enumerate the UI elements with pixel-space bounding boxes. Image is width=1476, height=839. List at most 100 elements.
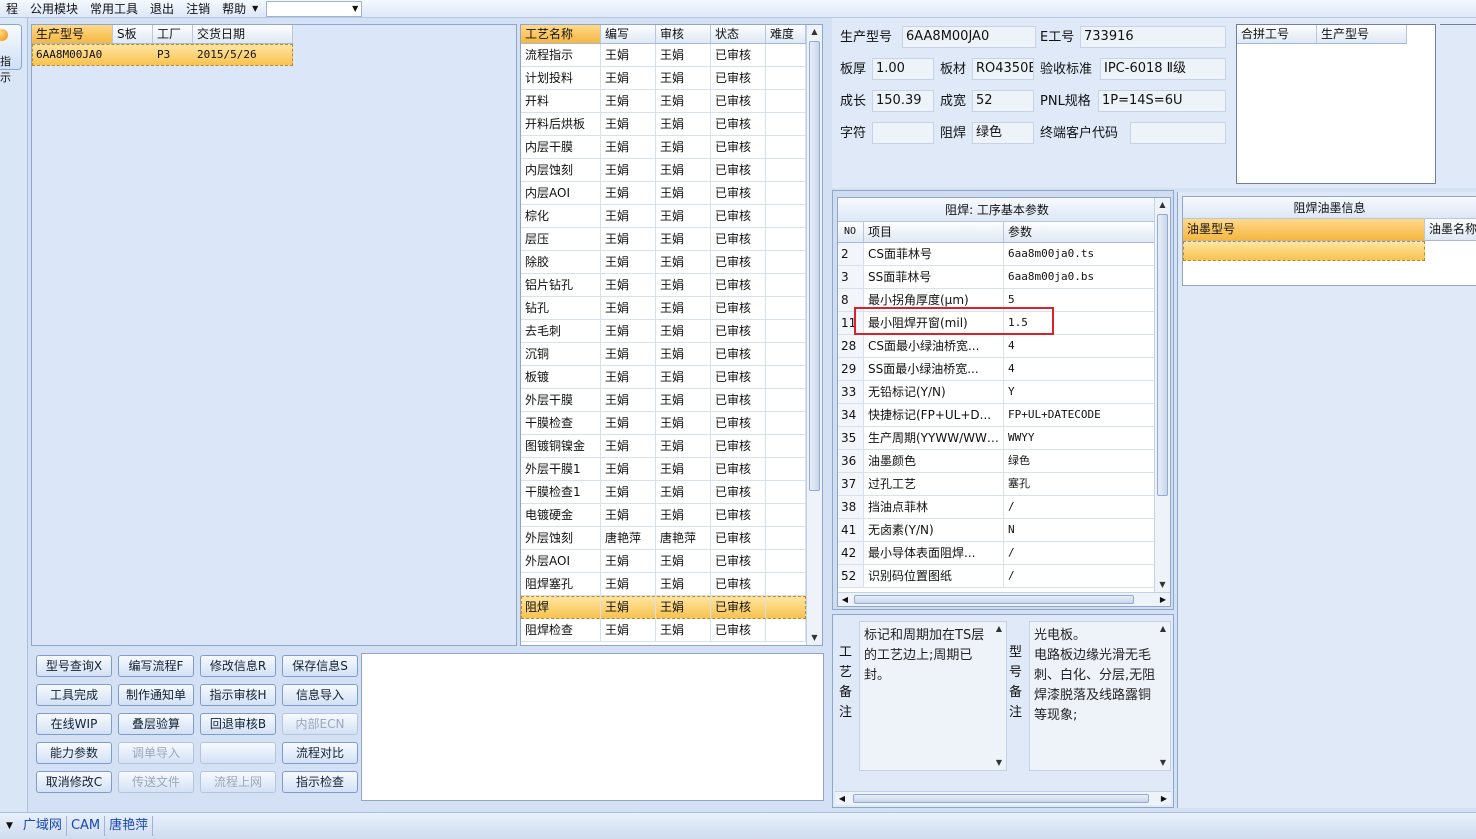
action-button-4[interactable]: 工具完成 xyxy=(36,684,112,706)
field-solder-mask[interactable]: 绿色 xyxy=(972,122,1034,144)
table-row[interactable]: 38 挡油点菲林 / xyxy=(838,496,1156,519)
table-row[interactable]: 34 快捷标记(FP+UL+D... FP+UL+DATECODE xyxy=(838,404,1156,427)
params-hscrollbar[interactable]: ◀ ▶ xyxy=(838,592,1170,606)
scroll-thumb[interactable] xyxy=(1157,214,1168,496)
action-button-8[interactable]: 在线WIP xyxy=(36,713,112,735)
field-customer-code[interactable] xyxy=(1130,122,1226,144)
field-thickness[interactable]: 1.00 xyxy=(872,58,934,80)
params-vscrollbar[interactable]: ▲ ▼ xyxy=(1154,198,1170,592)
table-row[interactable]: 外层蚀刻 唐艳萍 唐艳萍 已审核 xyxy=(521,527,806,550)
table-row[interactable]: 干膜检查1 王娟 王娟 已审核 xyxy=(521,481,806,504)
table-row[interactable]: 板镀 王娟 王娟 已审核 xyxy=(521,366,806,389)
process-scrollbar[interactable]: ▲ ▼ xyxy=(806,25,822,645)
col-header-process-name[interactable]: 工艺名称 xyxy=(521,25,601,43)
table-row[interactable]: 42 最小导体表面阻焊... / xyxy=(838,542,1156,565)
table-row[interactable]: 阻焊检查 王娟 王娟 已审核 xyxy=(521,619,806,642)
action-button-18[interactable]: 流程上网 xyxy=(200,771,276,793)
action-button-12[interactable]: 能力参数 xyxy=(36,742,112,764)
table-row[interactable]: 流程指示 王娟 王娟 已审核 xyxy=(521,44,806,67)
menu-item-help[interactable]: 帮助 xyxy=(216,1,252,17)
scroll-up-icon[interactable]: ▲ xyxy=(807,25,822,39)
action-button-17[interactable]: 传送文件 xyxy=(118,771,194,793)
field-eno[interactable]: 733916 xyxy=(1080,26,1226,48)
menu-item-common-tools[interactable]: 常用工具 xyxy=(84,1,144,17)
field-material[interactable]: RO4350E xyxy=(972,58,1034,80)
col-header-item[interactable]: 项目 xyxy=(864,222,1004,242)
table-row[interactable]: 52 识别码位置图纸 / xyxy=(838,565,1156,588)
model-notes-scrollbar[interactable]: ▲ ▼ xyxy=(1156,622,1170,770)
field-pnl[interactable]: 1P=14S=6U xyxy=(1098,90,1226,112)
col-header-ink-model[interactable]: 油墨型号 xyxy=(1183,219,1425,240)
col-header-reviewer[interactable]: 审核 xyxy=(656,25,711,43)
scroll-left-icon[interactable]: ◀ xyxy=(838,593,852,606)
scroll-right-icon[interactable]: ▶ xyxy=(1157,792,1171,805)
action-button-5[interactable]: 制作通知单 xyxy=(118,684,194,706)
scroll-down-icon[interactable]: ▼ xyxy=(992,756,1006,770)
table-row[interactable]: 电镀硬金 王娟 王娟 已审核 xyxy=(521,504,806,527)
table-row[interactable]: 阻焊 王娟 王娟 已审核 xyxy=(521,596,806,619)
action-button-9[interactable]: 叠层验算 xyxy=(118,713,194,735)
col-header-ink-name[interactable]: 油墨名称 xyxy=(1425,219,1476,240)
table-row[interactable]: 28 CS面最小绿油桥宽... 4 xyxy=(838,335,1156,358)
action-button-19[interactable]: 指示检查 xyxy=(282,771,358,793)
log-textarea[interactable] xyxy=(361,653,824,801)
table-row[interactable]: 29 SS面最小绿油桥宽... 4 xyxy=(838,358,1156,381)
menu-item-exit[interactable]: 退出 xyxy=(144,1,180,17)
action-button-7[interactable]: 信息导入 xyxy=(282,684,358,706)
table-row[interactable]: 干膜检查 王娟 王娟 已审核 xyxy=(521,412,806,435)
table-row[interactable]: 去毛刺 王娟 王娟 已审核 xyxy=(521,320,806,343)
table-row[interactable]: 内层蚀刻 王娟 王娟 已审核 xyxy=(521,159,806,182)
scroll-thumb[interactable] xyxy=(853,794,1149,803)
field-standard[interactable]: IPC-6018 Ⅱ级 xyxy=(1100,58,1226,80)
scroll-thumb[interactable] xyxy=(854,595,1134,604)
model-notes-box[interactable]: 光电板。 电路板边缘光滑无毛刺、白化、分层,无阻焊漆脱落及线路露铜等现象; ▲ … xyxy=(1029,621,1171,771)
scroll-down-icon[interactable]: ▼ xyxy=(807,631,822,645)
scroll-right-icon[interactable]: ▶ xyxy=(1156,593,1170,606)
table-row[interactable]: 钻孔 王娟 王娟 已审核 xyxy=(521,297,806,320)
menu-item-logout[interactable]: 注销 xyxy=(180,1,216,17)
table-row[interactable]: 36 油墨颜色 绿色 xyxy=(838,450,1156,473)
col-header-delivery-date[interactable]: 交货日期 xyxy=(193,25,293,43)
action-button-0[interactable]: 型号查询X xyxy=(36,655,112,677)
field-width[interactable]: 52 xyxy=(972,90,1034,112)
col-header-merge-model[interactable]: 生产型号 xyxy=(1317,25,1407,43)
scroll-up-icon[interactable]: ▲ xyxy=(992,622,1006,636)
field-model[interactable]: 6AA8M00JA0 xyxy=(902,26,1036,48)
process-notes-box[interactable]: 标记和周期加在TS层的工艺边上;周期已封。 ▲ ▼ xyxy=(859,621,1007,771)
chevron-down-icon[interactable]: ▼ xyxy=(352,2,358,16)
col-header-model[interactable]: 生产型号 xyxy=(32,25,113,43)
chevron-down-icon[interactable]: ▼ xyxy=(252,4,262,13)
table-row[interactable]: 35 生产周期(YYWW/WWYY) WWYY xyxy=(838,427,1156,450)
action-button-2[interactable]: 修改信息R xyxy=(200,655,276,677)
table-row[interactable]: 开料后烘板 王娟 王娟 已审核 xyxy=(521,113,806,136)
action-button-1[interactable]: 编写流程F xyxy=(118,655,194,677)
table-row[interactable]: 3 SS面菲林号 6aa8m00ja0.bs xyxy=(838,266,1156,289)
table-row[interactable]: 开料 王娟 王娟 已审核 xyxy=(521,90,806,113)
table-row[interactable]: 计划投料 王娟 王娟 已审核 xyxy=(521,67,806,90)
left-indicator-button[interactable]: 指示 xyxy=(0,24,22,84)
table-row[interactable]: 阻焊塞孔 王娟 王娟 已审核 xyxy=(521,573,806,596)
table-row[interactable]: 33 无铅标记(Y/N) Y xyxy=(838,381,1156,404)
table-row[interactable]: 沉铜 王娟 王娟 已审核 xyxy=(521,343,806,366)
menu-item-common-modules[interactable]: 公用模块 xyxy=(24,1,84,17)
col-header-difficulty[interactable]: 难度 xyxy=(766,25,806,43)
scroll-left-icon[interactable]: ◀ xyxy=(835,792,849,805)
action-button-15[interactable]: 流程对比 xyxy=(282,742,358,764)
table-row[interactable]: 外层干膜 王娟 王娟 已审核 xyxy=(521,389,806,412)
action-button-11[interactable]: 内部ECN xyxy=(282,713,358,735)
field-character[interactable] xyxy=(872,122,934,144)
scroll-up-icon[interactable]: ▲ xyxy=(1155,198,1170,212)
menu-combo-box[interactable]: ▼ xyxy=(266,0,363,17)
table-row[interactable]: 6AA8M00JA0 P3 2015/5/26 xyxy=(32,44,293,66)
action-button-13[interactable]: 调单导入 xyxy=(118,742,194,764)
col-header-status[interactable]: 状态 xyxy=(711,25,766,43)
action-button-16[interactable]: 取消修改C xyxy=(36,771,112,793)
col-header-s-board[interactable]: S板 xyxy=(113,25,153,43)
menu-item-process[interactable]: 程 xyxy=(0,1,24,17)
table-row[interactable]: 层压 王娟 王娟 已审核 xyxy=(521,228,806,251)
table-row[interactable]: 铝片钻孔 王娟 王娟 已审核 xyxy=(521,274,806,297)
table-row[interactable]: 41 无卤素(Y/N) N xyxy=(838,519,1156,542)
scroll-up-icon[interactable]: ▲ xyxy=(1156,622,1170,636)
col-header-author[interactable]: 编写 xyxy=(601,25,656,43)
table-row[interactable]: 图镀铜镍金 王娟 王娟 已审核 xyxy=(521,435,806,458)
